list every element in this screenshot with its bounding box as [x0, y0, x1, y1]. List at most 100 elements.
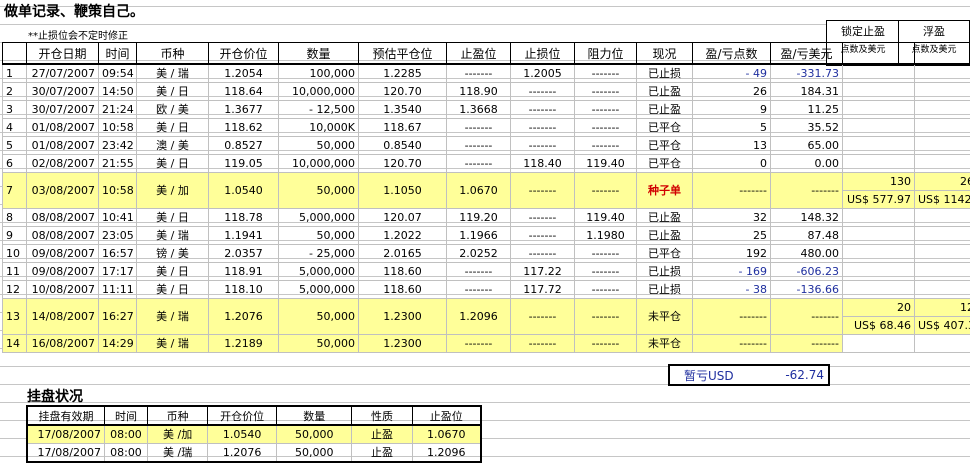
cell-close[interactable]: 1.2300	[359, 299, 447, 335]
cell-usd[interactable]: 87.48	[771, 227, 843, 245]
locked-profit-usd[interactable]: US$ 577.97	[843, 191, 915, 209]
cell-pips[interactable]: 25	[693, 227, 771, 245]
locked-profit-cell[interactable]	[843, 155, 915, 173]
cell-status[interactable]: 已平仓	[637, 137, 693, 155]
cell-status[interactable]: 已止盈	[637, 227, 693, 245]
cell-tp[interactable]: 118.90	[447, 83, 511, 101]
cell-tp[interactable]: 1.3668	[447, 101, 511, 119]
row-number[interactable]: 2	[3, 83, 27, 101]
cell-open[interactable]: 118.10	[209, 281, 279, 299]
cell-date[interactable]: 30/07/2007	[27, 101, 99, 119]
cell-time[interactable]: 16:57	[99, 245, 137, 263]
cell-sl[interactable]: 117.22	[511, 263, 575, 281]
pending-cell-date[interactable]: 17/08/2007	[27, 444, 104, 463]
pending-cell-type[interactable]: 止盈	[352, 425, 412, 444]
cell-close[interactable]: 118.60	[359, 281, 447, 299]
cell-res[interactable]: -------	[575, 137, 637, 155]
cell-res[interactable]: -------	[575, 281, 637, 299]
pending-cell-pair[interactable]: 美 /加	[147, 425, 207, 444]
cell-pair[interactable]: 镑 / 美	[137, 245, 209, 263]
cell-date[interactable]: 30/07/2007	[27, 83, 99, 101]
pending-column-header[interactable]: 性质	[352, 406, 412, 425]
floating-profit-usd[interactable]: US$ 407.34	[915, 317, 970, 335]
cell-usd[interactable]: 184.31	[771, 83, 843, 101]
table-row[interactable]: 330/07/200721:24欧 / 美1.3677- 12,5001.354…	[3, 101, 970, 119]
table-row[interactable]: 501/08/200723:42澳 / 美0.852750,0000.8540-…	[3, 137, 970, 155]
cell-res[interactable]: -------	[575, 83, 637, 101]
row-number[interactable]: 1	[3, 64, 27, 83]
cell-pips[interactable]: 26	[693, 83, 771, 101]
pending-column-header[interactable]: 挂盘有效期	[27, 406, 104, 425]
cell-sl[interactable]: 117.72	[511, 281, 575, 299]
header-cell[interactable]	[843, 43, 915, 65]
cell-tp[interactable]: 1.2096	[447, 299, 511, 335]
column-header[interactable]: 盈/亏点数	[693, 43, 771, 65]
locked-profit-cell[interactable]	[843, 209, 915, 227]
cell-tp[interactable]: -------	[447, 335, 511, 353]
cell-close[interactable]: 1.3540	[359, 101, 447, 119]
table-row[interactable]: 127/07/200709:54美 / 瑞1.2054100,0001.2285…	[3, 64, 970, 83]
cell-sl[interactable]: -------	[511, 245, 575, 263]
cell-time[interactable]: 14:29	[99, 335, 137, 353]
cell-sl[interactable]: -------	[511, 209, 575, 227]
cell-qty[interactable]: 50,000	[279, 227, 359, 245]
locked-profit-cell[interactable]	[843, 101, 915, 119]
cell-qty[interactable]: 5,000,000	[279, 209, 359, 227]
floating-profit-cell[interactable]	[915, 245, 970, 263]
cell-tp[interactable]: 2.0252	[447, 245, 511, 263]
column-header[interactable]: 止盈位	[447, 43, 511, 65]
floating-profit-pips[interactable]: 260	[915, 173, 970, 191]
cell-close[interactable]: 1.2022	[359, 227, 447, 245]
cell-time[interactable]: 17:17	[99, 263, 137, 281]
cell-status[interactable]: 已平仓	[637, 155, 693, 173]
floating-profit-cell[interactable]	[915, 101, 970, 119]
column-header[interactable]: 止损位	[511, 43, 575, 65]
cell-sl[interactable]: -------	[511, 119, 575, 137]
floating-profit-cell[interactable]	[915, 335, 970, 353]
cell-close[interactable]: 0.8540	[359, 137, 447, 155]
cell-qty[interactable]: 10,000,000	[279, 83, 359, 101]
cell-tp[interactable]: -------	[447, 64, 511, 83]
cell-date[interactable]: 09/08/2007	[27, 263, 99, 281]
cell-pair[interactable]: 美 / 日	[137, 263, 209, 281]
cell-status[interactable]: 已止盈	[637, 209, 693, 227]
table-row[interactable]: 1109/08/200717:17美 / 日118.915,000,000118…	[3, 263, 970, 281]
cell-open[interactable]: 1.2189	[209, 335, 279, 353]
cell-tp[interactable]: 1.0670	[447, 173, 511, 209]
locked-profit-cell[interactable]	[843, 64, 915, 83]
floating-profit-cell[interactable]	[915, 64, 970, 83]
pending-cell-qty[interactable]: 50,000	[277, 425, 352, 444]
locked-profit-cell[interactable]	[843, 263, 915, 281]
table-row[interactable]: 1009/08/200716:57镑 / 美2.0357- 25,0002.01…	[3, 245, 970, 263]
column-header[interactable]: 现况	[637, 43, 693, 65]
floating-profit-usd[interactable]: US$ 1142.03	[915, 191, 970, 209]
cell-tp[interactable]: 1.1966	[447, 227, 511, 245]
cell-pips[interactable]: 192	[693, 245, 771, 263]
table-row[interactable]: 1314/08/200716:27美 / 瑞1.207650,0001.2300…	[3, 299, 970, 317]
cell-res[interactable]: 119.40	[575, 209, 637, 227]
cell-date[interactable]: 09/08/2007	[27, 245, 99, 263]
cell-open[interactable]: 1.2054	[209, 64, 279, 83]
cell-open[interactable]: 118.91	[209, 263, 279, 281]
cell-pair[interactable]: 澳 / 美	[137, 137, 209, 155]
pending-cell-time[interactable]: 08:00	[104, 425, 147, 444]
cell-pair[interactable]: 欧 / 美	[137, 101, 209, 119]
cell-usd[interactable]: 35.52	[771, 119, 843, 137]
cell-qty[interactable]: 10,000,000	[279, 155, 359, 173]
cell-close[interactable]: 118.67	[359, 119, 447, 137]
column-header[interactable]: 数量	[279, 43, 359, 65]
cell-qty[interactable]: 50,000	[279, 299, 359, 335]
row-number[interactable]: 5	[3, 137, 27, 155]
cell-qty[interactable]: 100,000	[279, 64, 359, 83]
column-header[interactable]: 预估平仓位	[359, 43, 447, 65]
pending-cell-date[interactable]: 17/08/2007	[27, 425, 104, 444]
cell-sl[interactable]: -------	[511, 335, 575, 353]
pending-cell-tp[interactable]: 1.2096	[412, 444, 481, 463]
table-row[interactable]: 808/08/200710:41美 / 日118.785,000,000120.…	[3, 209, 970, 227]
locked-profit-cell[interactable]	[843, 83, 915, 101]
cell-pair[interactable]: 美 / 瑞	[137, 299, 209, 335]
column-header[interactable]: 开仓价位	[209, 43, 279, 65]
cell-open[interactable]: 118.64	[209, 83, 279, 101]
cell-pair[interactable]: 美 / 瑞	[137, 227, 209, 245]
cell-status[interactable]: 已止损	[637, 263, 693, 281]
